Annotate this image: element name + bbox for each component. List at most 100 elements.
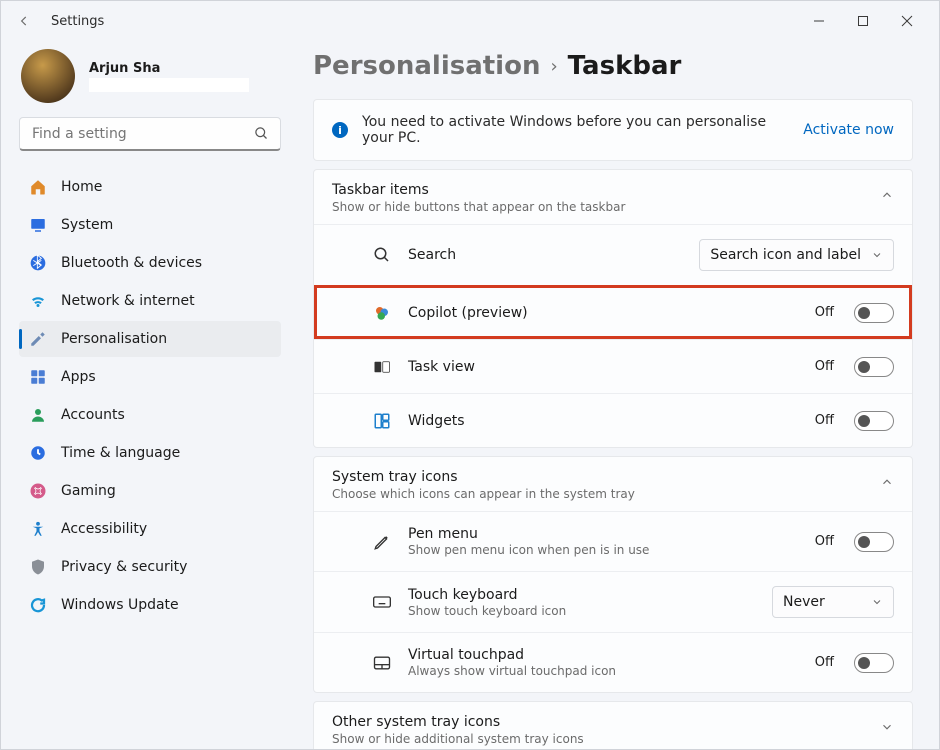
activation-banner: i You need to activate Windows before yo… bbox=[313, 99, 913, 161]
row-label: Widgets bbox=[408, 413, 799, 429]
row-pen-menu: Pen menu Show pen menu icon when pen is … bbox=[314, 511, 912, 571]
virtual-touchpad-toggle[interactable] bbox=[854, 653, 894, 673]
copilot-toggle[interactable] bbox=[854, 303, 894, 323]
breadcrumb: Personalisation › Taskbar bbox=[313, 51, 913, 81]
taskview-toggle[interactable] bbox=[854, 357, 894, 377]
nav-label: Accessibility bbox=[61, 521, 147, 537]
section-header-taskbar-items[interactable]: Taskbar items Show or hide buttons that … bbox=[314, 170, 912, 224]
sidebar-item-time[interactable]: Time & language bbox=[19, 435, 281, 471]
sidebar-item-system[interactable]: System bbox=[19, 207, 281, 243]
nav-label: Bluetooth & devices bbox=[61, 255, 202, 271]
section-title: System tray icons bbox=[332, 469, 880, 485]
chevron-down-icon bbox=[880, 714, 894, 734]
toggle-state: Off bbox=[815, 534, 834, 549]
row-label: Search bbox=[408, 247, 683, 263]
apps-icon bbox=[29, 368, 47, 386]
activate-now-link[interactable]: Activate now bbox=[803, 122, 894, 138]
home-icon bbox=[29, 178, 47, 196]
maximize-button[interactable] bbox=[841, 1, 885, 41]
row-label: Pen menu bbox=[408, 526, 799, 542]
row-widgets: Widgets Off bbox=[314, 393, 912, 447]
dropdown-value: Search icon and label bbox=[710, 247, 861, 263]
sidebar-item-network[interactable]: Network & internet bbox=[19, 283, 281, 319]
row-sublabel: Always show virtual touchpad icon bbox=[408, 664, 799, 678]
sidebar-item-accessibility[interactable]: Accessibility bbox=[19, 511, 281, 547]
pen-icon bbox=[372, 533, 392, 551]
sidebar: Arjun Sha Home System Bluetooth & device… bbox=[1, 41, 291, 749]
nav-list: Home System Bluetooth & devices Network … bbox=[19, 169, 281, 623]
copilot-icon bbox=[372, 304, 392, 322]
gaming-icon bbox=[29, 482, 47, 500]
wifi-icon bbox=[29, 292, 47, 310]
shield-icon bbox=[29, 558, 47, 576]
widgets-toggle[interactable] bbox=[854, 411, 894, 431]
nav-label: Time & language bbox=[61, 445, 180, 461]
row-label: Touch keyboard bbox=[408, 587, 756, 603]
row-copilot: Copilot (preview) Off bbox=[314, 285, 912, 339]
search-mode-dropdown[interactable]: Search icon and label bbox=[699, 239, 894, 271]
user-sub bbox=[89, 78, 249, 92]
chevron-right-icon: › bbox=[550, 56, 557, 77]
page-title: Taskbar bbox=[568, 51, 682, 81]
search-box[interactable] bbox=[19, 117, 281, 151]
sidebar-item-gaming[interactable]: Gaming bbox=[19, 473, 281, 509]
person-icon bbox=[29, 406, 47, 424]
toggle-state: Off bbox=[815, 655, 834, 670]
touch-keyboard-dropdown[interactable]: Never bbox=[772, 586, 894, 618]
nav-label: Apps bbox=[61, 369, 96, 385]
pen-menu-toggle[interactable] bbox=[854, 532, 894, 552]
taskview-icon bbox=[372, 358, 392, 376]
row-label: Virtual touchpad bbox=[408, 647, 799, 663]
window-title: Settings bbox=[51, 14, 104, 29]
user-name: Arjun Sha bbox=[89, 61, 249, 76]
update-icon bbox=[29, 596, 47, 614]
minimize-button[interactable] bbox=[797, 1, 841, 41]
sidebar-item-personalisation[interactable]: Personalisation bbox=[19, 321, 281, 357]
sidebar-item-privacy[interactable]: Privacy & security bbox=[19, 549, 281, 585]
section-title: Taskbar items bbox=[332, 182, 880, 198]
row-label: Copilot (preview) bbox=[408, 305, 799, 321]
nav-label: Gaming bbox=[61, 483, 116, 499]
sidebar-item-update[interactable]: Windows Update bbox=[19, 587, 281, 623]
sidebar-item-apps[interactable]: Apps bbox=[19, 359, 281, 395]
user-profile[interactable]: Arjun Sha bbox=[19, 49, 281, 103]
nav-label: Personalisation bbox=[61, 331, 167, 347]
widgets-icon bbox=[372, 412, 392, 430]
section-other-tray[interactable]: Other system tray icons Show or hide add… bbox=[313, 701, 913, 749]
section-subtitle: Choose which icons can appear in the sys… bbox=[332, 487, 880, 501]
bluetooth-icon bbox=[29, 254, 47, 272]
section-header-system-tray[interactable]: System tray icons Choose which icons can… bbox=[314, 457, 912, 511]
sidebar-item-accounts[interactable]: Accounts bbox=[19, 397, 281, 433]
chevron-down-icon bbox=[871, 596, 883, 608]
nav-label: Privacy & security bbox=[61, 559, 187, 575]
sidebar-item-home[interactable]: Home bbox=[19, 169, 281, 205]
close-button[interactable] bbox=[885, 1, 929, 41]
touchpad-icon bbox=[372, 653, 392, 673]
sidebar-item-bluetooth[interactable]: Bluetooth & devices bbox=[19, 245, 281, 281]
nav-label: Accounts bbox=[61, 407, 125, 423]
section-subtitle: Show or hide buttons that appear on the … bbox=[332, 200, 880, 214]
row-touch-keyboard: Touch keyboard Show touch keyboard icon … bbox=[314, 571, 912, 632]
row-sublabel: Show touch keyboard icon bbox=[408, 604, 756, 618]
clock-icon bbox=[29, 444, 47, 462]
banner-text: You need to activate Windows before you … bbox=[362, 114, 789, 146]
row-search: Search Search icon and label bbox=[314, 224, 912, 285]
toggle-state: Off bbox=[815, 359, 834, 374]
row-label: Task view bbox=[408, 359, 799, 375]
search-input[interactable] bbox=[19, 117, 281, 151]
section-subtitle: Show or hide additional system tray icon… bbox=[332, 732, 880, 746]
section-taskbar-items: Taskbar items Show or hide buttons that … bbox=[313, 169, 913, 448]
info-icon: i bbox=[332, 122, 348, 138]
main-content: Personalisation › Taskbar i You need to … bbox=[291, 41, 939, 749]
toggle-state: Off bbox=[815, 413, 834, 428]
search-icon bbox=[372, 246, 392, 264]
avatar bbox=[21, 49, 75, 103]
row-taskview: Task view Off bbox=[314, 339, 912, 393]
toggle-state: Off bbox=[815, 305, 834, 320]
back-arrow-icon[interactable] bbox=[17, 14, 37, 28]
nav-label: Network & internet bbox=[61, 293, 195, 309]
titlebar: Settings bbox=[1, 1, 939, 41]
keyboard-icon bbox=[372, 592, 392, 612]
nav-label: System bbox=[61, 217, 113, 233]
breadcrumb-parent[interactable]: Personalisation bbox=[313, 51, 540, 81]
